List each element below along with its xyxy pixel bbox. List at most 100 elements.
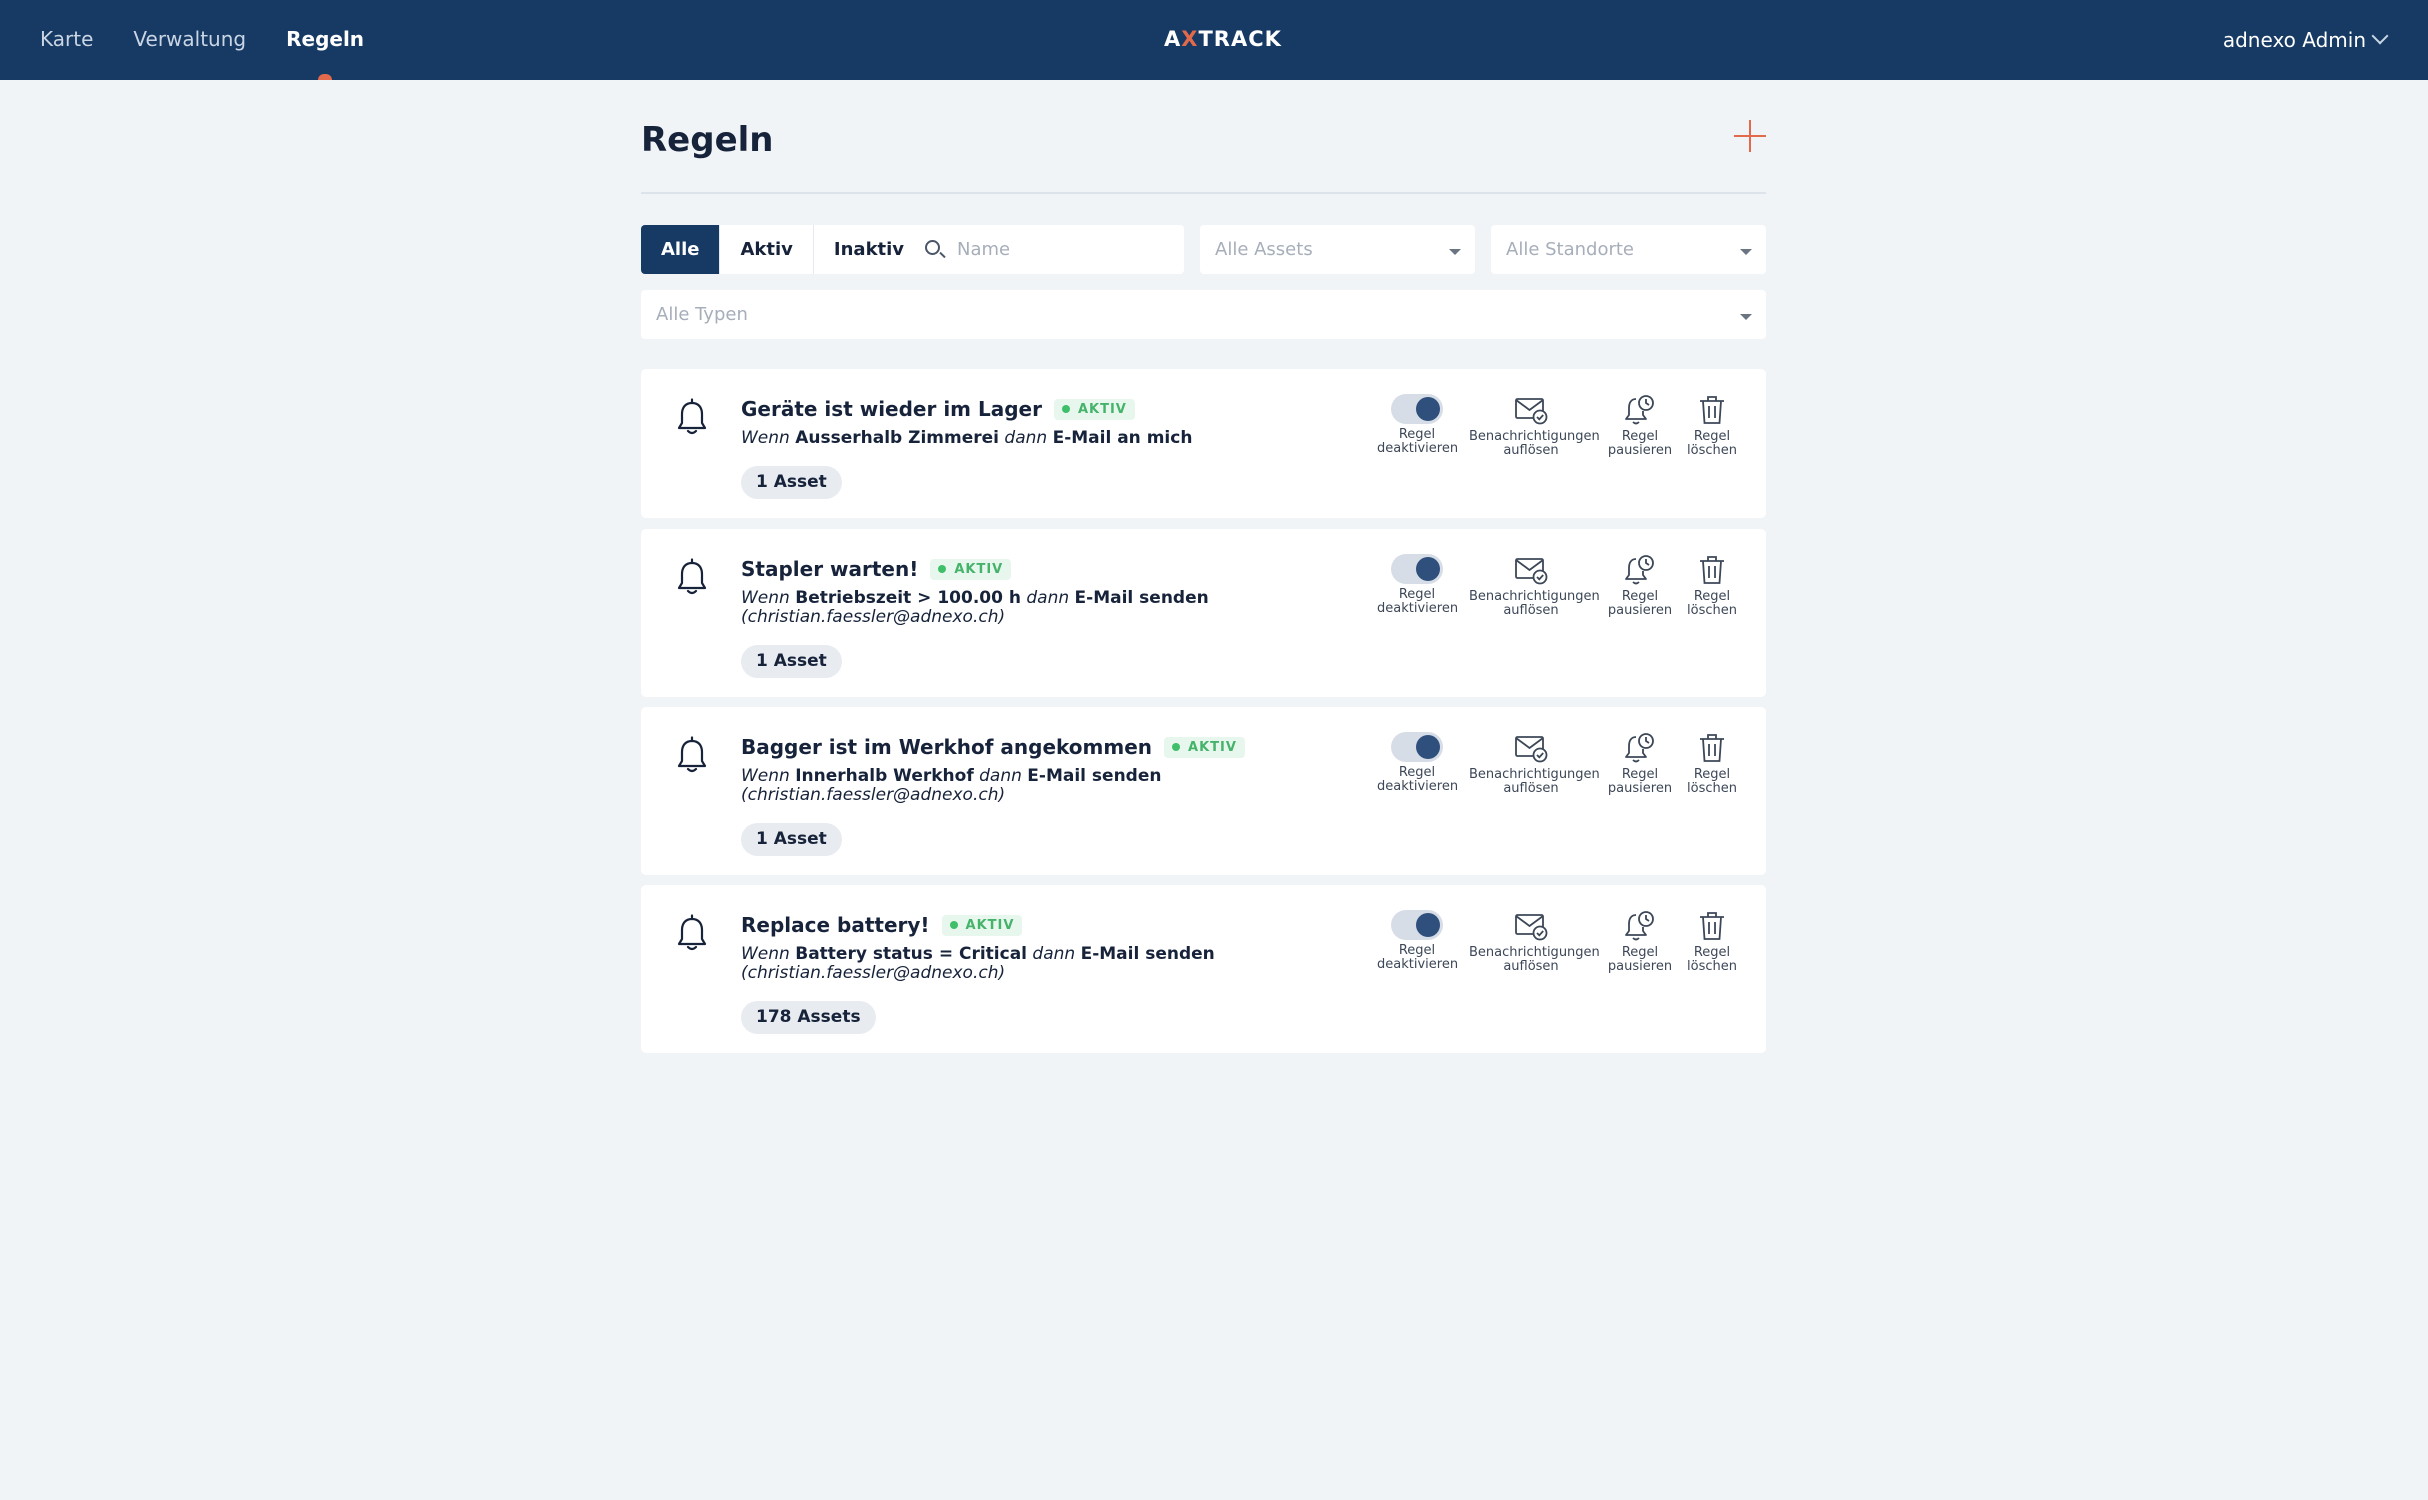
delete-rule-button[interactable]: Regel löschen [1684,732,1740,796]
bell-icon [677,914,707,951]
app-logo[interactable]: AXTRACK [1164,27,1282,51]
assets-select[interactable]: Alle Assets [1200,225,1475,274]
deactivate-label-line1: Regel [1398,943,1436,958]
deactivate-label: Regel deaktivieren [1377,588,1458,616]
nav-item-verwaltung[interactable]: Verwaltung [133,0,246,80]
logo-part-3: TRACK [1198,27,1282,51]
pause-rule-button[interactable]: Regel pausieren [1605,732,1675,796]
delete-rule-button[interactable]: Regel löschen [1684,554,1740,618]
pause-rule-button[interactable]: Regel pausieren [1605,910,1675,974]
dann-label: dann [1004,428,1048,448]
rule-description: Wenn Battery status = Critical dann E-Ma… [741,945,1391,983]
caret-down-icon [1449,249,1461,255]
status-filter: Alle Aktiv Inaktiv [641,225,925,274]
resolve-label-line1: Benachrichtigungen [1469,945,1600,960]
filter-aktiv-button[interactable]: Aktiv [720,225,814,274]
typen-select[interactable]: Alle Typen [641,290,1766,339]
toggle-on-icon[interactable] [1391,394,1443,424]
resolve-label-line1: Benachrichtigungen [1469,429,1600,444]
deactivate-label-line2: deaktivieren [1377,441,1459,456]
toggle-knob [1416,913,1440,937]
logo-part-1: A [1164,27,1182,51]
resolve-label-line2: auflösen [1503,781,1559,796]
rule-name-row: Bagger ist im Werkhof angekommen AKTIV [741,735,1245,759]
trash-icon [1700,912,1724,940]
rule-action: E-Mail an mich [1052,428,1193,448]
delete-label: Regel löschen [1684,430,1740,458]
asset-count-pill[interactable]: 1 Asset [741,645,842,678]
delete-label-line2: löschen [1687,781,1737,796]
pause-label-line1: Regel [1621,429,1659,444]
toggle-on-icon[interactable] [1391,910,1443,940]
nav-item-karte[interactable]: Karte [40,0,93,80]
rule-name-row: Geräte ist wieder im Lager AKTIV [741,397,1135,421]
delete-label-line1: Regel [1693,945,1731,960]
deactivate-rule-button[interactable]: Regel deaktivieren [1377,732,1459,794]
trash-icon [1700,556,1724,584]
delete-label-line1: Regel [1693,429,1731,444]
rule-card: Bagger ist im Werkhof angekommen AKTIV W… [641,707,1766,875]
resolve-label-line2: auflösen [1503,959,1559,974]
pause-label-line2: pausieren [1607,603,1673,618]
typen-select-value: Alle Typen [656,304,748,325]
deactivate-label: Regel deaktivieren [1377,428,1459,456]
rule-recipient: (christian.faessler@adnexo.ch) [741,963,1006,983]
delete-rule-button[interactable]: Regel löschen [1684,394,1740,458]
deactivate-label-line2: deaktivieren [1377,957,1459,972]
standorte-select[interactable]: Alle Standorte [1491,225,1766,274]
resolve-label: Benachrichtigungen auflösen [1469,430,1600,458]
resolve-label-line2: auflösen [1503,603,1559,618]
asset-count-pill[interactable]: 1 Asset [741,823,842,856]
toggle-on-icon[interactable] [1391,554,1443,584]
search-input[interactable] [957,225,1172,274]
status-badge: AKTIV [1053,398,1135,420]
resolve-notifications-button[interactable]: Benachrichtigungen auflösen [1469,554,1600,618]
resolve-notifications-button[interactable]: Benachrichtigungen auflösen [1469,910,1600,974]
filter-inaktiv-button[interactable]: Inaktiv [814,225,924,274]
pause-label-line1: Regel [1621,589,1659,604]
rule-recipient: (christian.faessler@adnexo.ch) [741,607,1006,627]
resolve-label-line2: auflösen [1503,443,1559,458]
nav-item-regeln[interactable]: Regeln [286,0,364,80]
asset-count-pill[interactable]: 1 Asset [741,466,842,499]
pause-rule-button[interactable]: Regel pausieren [1605,554,1675,618]
pause-label: Regel pausieren [1605,430,1675,458]
page-title: Regeln [641,120,774,160]
deactivate-rule-button[interactable]: Regel deaktivieren [1377,394,1459,456]
main-nav: Karte Verwaltung Regeln [40,0,404,80]
rule-card: Replace battery! AKTIV Wenn Battery stat… [641,885,1766,1053]
delete-rule-button[interactable]: Regel löschen [1684,910,1740,974]
toggle-on-icon[interactable] [1391,732,1443,762]
bell-icon [677,736,707,773]
toggle-knob [1416,397,1440,421]
deactivate-label: Regel deaktivieren [1377,943,1459,972]
pause-rule-button[interactable]: Regel pausieren [1605,394,1675,458]
pause-label-line1: Regel [1621,767,1659,782]
filter-alle-button[interactable]: Alle [641,225,721,274]
search-icon [925,240,940,255]
wenn-label: Wenn [741,944,790,964]
status-dot [1061,405,1070,413]
title-divider [641,192,1766,194]
bell-icon [677,398,707,435]
deactivate-label-line2: deaktivieren [1377,779,1459,794]
caret-down-icon [1740,314,1752,320]
deactivate-rule-button[interactable]: Regel deaktivieren [1377,910,1459,972]
status-dot [949,921,958,929]
resolve-label: Benachrichtigungen auflösen [1469,946,1600,974]
rule-description: Wenn Innerhalb Werkhof dann E-Mail sende… [741,767,1391,805]
status-label: AKTIV [954,561,1004,577]
pause-label: Regel pausieren [1605,768,1675,796]
user-name: adnexo Admin [2222,28,2366,52]
deactivate-rule-button[interactable]: Regel deaktivieren [1377,554,1458,616]
resolve-notifications-button[interactable]: Benachrichtigungen auflösen [1469,732,1600,796]
toggle-knob [1416,735,1440,759]
add-rule-button[interactable] [1734,120,1766,152]
resolve-notifications-button[interactable]: Benachrichtigungen auflösen [1469,394,1600,458]
user-menu[interactable]: adnexo Admin [2222,0,2389,80]
mail-check-icon [1515,736,1548,763]
pause-label-line2: pausieren [1607,959,1673,974]
asset-count-pill[interactable]: 178 Assets [741,1001,876,1034]
delete-label: Regel löschen [1684,768,1740,796]
rule-recipient: (christian.faessler@adnexo.ch) [741,785,1006,805]
